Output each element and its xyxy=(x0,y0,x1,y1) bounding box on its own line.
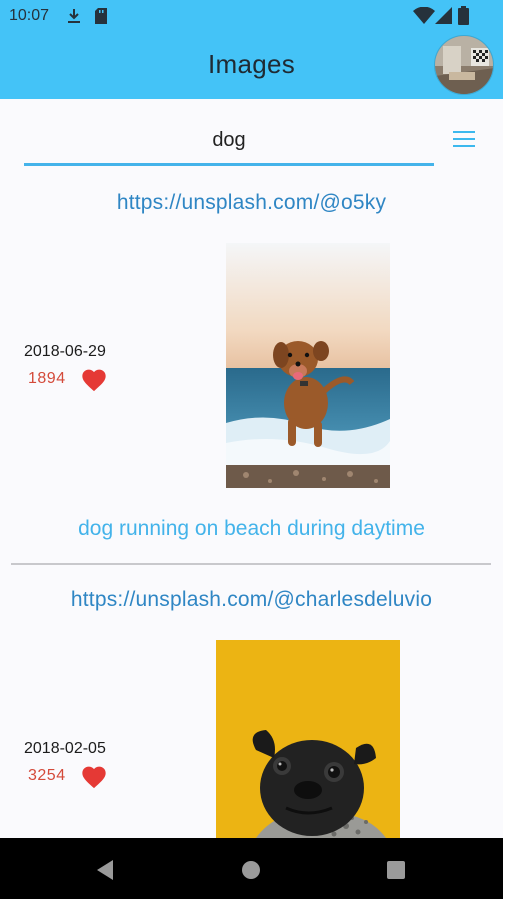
recents-icon[interactable] xyxy=(382,856,410,884)
battery-icon xyxy=(458,6,469,25)
author-url-link[interactable]: https://unsplash.com/@o5ky xyxy=(0,191,503,215)
dog-photo[interactable] xyxy=(216,640,400,838)
hamburger-menu-icon xyxy=(453,131,475,133)
like-count: 3254 xyxy=(28,767,66,784)
sd-card-icon xyxy=(95,8,107,24)
photo-date: 2018-06-29 xyxy=(24,343,106,360)
heart-icon[interactable] xyxy=(80,763,108,789)
system-nav-bar xyxy=(0,838,503,899)
card-divider xyxy=(11,563,491,565)
pug-image xyxy=(216,640,400,838)
author-url-link[interactable]: https://unsplash.com/@charlesdeluvio xyxy=(0,588,503,612)
dog-running-on-beach-image xyxy=(226,243,390,488)
heart-icon[interactable] xyxy=(80,366,108,392)
menu-line xyxy=(453,138,475,140)
photo-date: 2018-02-05 xyxy=(24,740,106,757)
hamburger-menu-button[interactable] xyxy=(448,124,482,154)
download-icon xyxy=(68,9,80,23)
menu-line xyxy=(453,145,475,147)
phone-screen: 10:07 Images dog https://unsplash.com/@o… xyxy=(0,0,503,899)
photo-caption: dog running on beach during daytime xyxy=(78,517,425,540)
home-icon[interactable] xyxy=(237,856,265,884)
profile-avatar[interactable] xyxy=(434,35,494,95)
wifi-icon xyxy=(413,7,435,24)
search-input[interactable] xyxy=(24,118,434,166)
avatar-image xyxy=(435,36,493,94)
app-bar: Images xyxy=(0,32,503,99)
back-icon[interactable] xyxy=(92,856,120,884)
app-title: Images xyxy=(207,49,296,79)
status-bar: 10:07 xyxy=(0,0,503,32)
dog-photo[interactable] xyxy=(226,243,390,488)
status-time: 10:07 xyxy=(9,7,50,24)
cellular-signal-icon xyxy=(435,7,452,24)
like-count: 1894 xyxy=(28,370,66,387)
